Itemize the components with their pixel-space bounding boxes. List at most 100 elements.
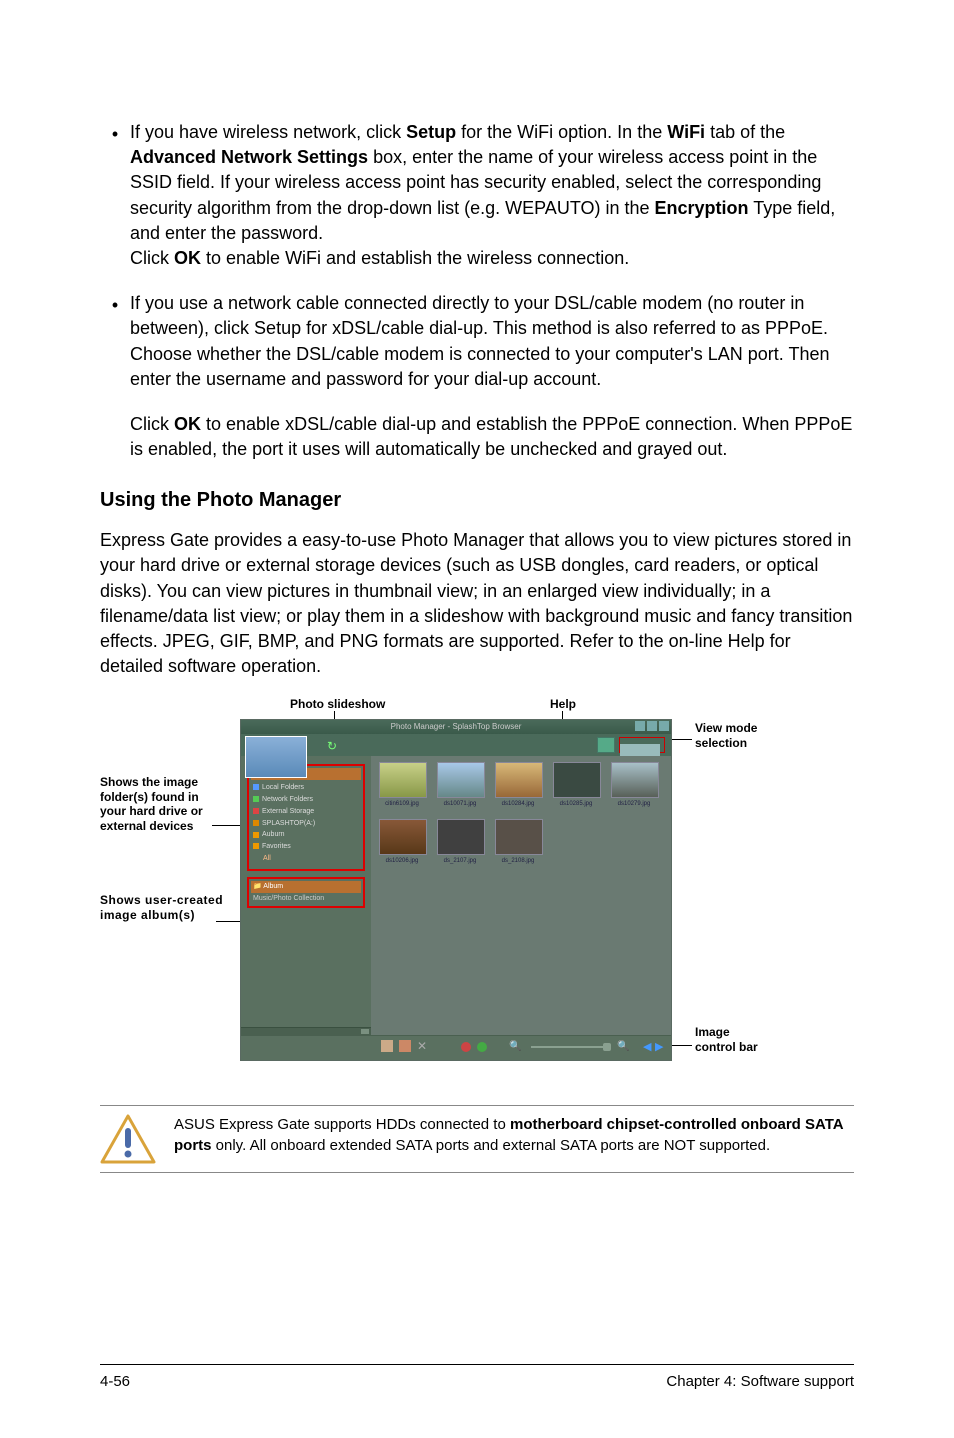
thumbnail[interactable]: ds10071.jpg [437, 762, 483, 808]
leader [672, 739, 692, 740]
t: tab of the [705, 122, 785, 142]
bullet-wifi-text: If you have wireless network, click Setu… [130, 120, 854, 271]
label-help: Help [550, 697, 576, 711]
caution-text: ASUS Express Gate supports HDDs connecte… [174, 1114, 854, 1156]
t: to enable WiFi and establish the wireles… [201, 248, 629, 268]
thumb-caption: citin6109.jpg [379, 800, 425, 808]
sidebar-item[interactable]: External Storage [251, 806, 361, 818]
ok-bold: OK [174, 414, 201, 434]
t: control bar [695, 1040, 758, 1054]
image-folders-group[interactable]: Image Folders Local Folders Network Fold… [247, 764, 365, 870]
t: If you have wireless network, click [130, 122, 406, 142]
thumbnail[interactable]: ds_2108.jpg [495, 819, 541, 865]
thumbnail[interactable]: ds10284.jpg [495, 762, 541, 808]
play-controls[interactable] [461, 1040, 487, 1054]
window-titlebar[interactable]: Photo Manager - SplashTop Browser [241, 720, 671, 734]
t: If you use a network cable connected dir… [130, 293, 829, 389]
rotate-right-icon[interactable] [399, 1040, 411, 1052]
t: selection [695, 736, 747, 750]
help-button[interactable] [597, 737, 615, 753]
label-viewmode: View mode selection [695, 721, 757, 750]
ok-bold: OK [174, 248, 201, 268]
sidebar-item[interactable]: Local Folders [251, 782, 361, 794]
thumb-caption: ds_2108.jpg [495, 857, 541, 865]
zoom-in-icon[interactable]: 🔍 [617, 1040, 629, 1054]
caution-icon [100, 1114, 156, 1164]
leader [672, 1045, 692, 1046]
thumbnail-pane[interactable]: citin6109.jpg ds10071.jpg ds10284.jpg ds… [371, 756, 671, 1036]
image-control-bar: ✕ 🔍 🔍 ◀ ▶ [241, 1035, 671, 1060]
t: Auburn [262, 831, 285, 838]
leader [216, 921, 242, 922]
thumb-row: citin6109.jpg ds10071.jpg ds10284.jpg ds… [379, 762, 667, 808]
caution-note: ASUS Express Gate supports HDDs connecte… [100, 1105, 854, 1173]
t: External Storage [262, 808, 314, 815]
view-mode-selection[interactable] [619, 737, 665, 753]
thumb-caption: ds10284.jpg [495, 800, 541, 808]
rotate-left-icon[interactable] [381, 1040, 393, 1052]
page-footer: 4-56 Chapter 4: Software support [100, 1364, 854, 1392]
thumbnail[interactable]: ds10206.jpg [379, 819, 425, 865]
chapter-title: Chapter 4: Software support [666, 1371, 854, 1392]
enc-bold: Encryption [655, 198, 749, 218]
label-albums: Shows user-created image album(s) [100, 893, 230, 922]
thumb-caption: ds10285.jpg [553, 800, 599, 808]
t: Click [130, 414, 174, 434]
rotate-controls[interactable]: ✕ [381, 1040, 429, 1054]
bullet-dsl: • If you use a network cable connected d… [100, 291, 854, 392]
window-controls[interactable] [635, 721, 669, 731]
leader [212, 825, 242, 826]
record-icon[interactable] [461, 1042, 471, 1052]
toolbar: ↻ [241, 734, 671, 756]
thumb-row: ds10206.jpg ds_2107.jpg ds_2108.jpg [379, 819, 667, 865]
wifi-bold: WiFi [667, 122, 705, 142]
refresh-icon[interactable]: ↻ [327, 740, 339, 752]
page-nav[interactable]: ◀ ▶ [643, 1040, 665, 1052]
thumbnail[interactable]: citin6109.jpg [379, 762, 425, 808]
photo-manager-figure: Photo slideshow Help View mode selection… [100, 697, 860, 1077]
t: ASUS Express Gate supports HDDs connecte… [174, 1116, 510, 1133]
play-icon[interactable] [477, 1042, 487, 1052]
t: View mode [695, 721, 757, 735]
thumb-caption: ds10206.jpg [379, 857, 425, 865]
t: Local Folders [262, 784, 304, 791]
page-number: 4-56 [100, 1371, 130, 1392]
collection-item[interactable]: Music/Photo Collection [251, 893, 361, 905]
adv-bold: Advanced Network Settings [130, 147, 368, 167]
sidebar-item[interactable]: Network Folders [251, 794, 361, 806]
bullet-dot: • [100, 120, 130, 271]
zoom-out-icon[interactable]: 🔍 [509, 1040, 521, 1054]
sidebar-item[interactable]: All [251, 853, 361, 865]
home-thumbnail[interactable] [245, 736, 307, 778]
t: Music/Photo Collection [253, 895, 324, 902]
label-slideshow: Photo slideshow [290, 697, 385, 711]
sidebar-item[interactable]: SPLASHTOP(A:) [251, 818, 361, 830]
album-item[interactable]: 📁 Album [251, 881, 361, 893]
t: Click [130, 248, 174, 268]
bullet-wifi: • If you have wireless network, click Se… [100, 120, 854, 271]
thumbnail[interactable]: ds10285.jpg [553, 762, 599, 808]
thumbnail[interactable]: ds_2107.jpg [437, 819, 483, 865]
setup-bold: Setup [406, 122, 456, 142]
window-body: Image Folders Local Folders Network Fold… [241, 756, 671, 1036]
sidebar-item[interactable]: Favorites [251, 841, 361, 853]
thumbnail[interactable]: ds10279.jpg [611, 762, 657, 808]
t: Image [695, 1025, 730, 1039]
t: for the WiFi option. In the [456, 122, 667, 142]
photo-manager-window: Photo Manager - SplashTop Browser ↻ Imag… [240, 719, 672, 1061]
zoom-slider[interactable] [531, 1046, 611, 1048]
t: Favorites [262, 843, 291, 850]
bullet-dot: • [100, 291, 130, 392]
label-folders: Shows the image folder(s) found in your … [100, 775, 220, 833]
bullet-dsl-text: If you use a network cable connected dir… [130, 291, 854, 392]
t: All [263, 855, 271, 862]
sidebar-item[interactable]: Auburn [251, 829, 361, 841]
t: Album [263, 883, 283, 890]
thumb-caption: ds_2107.jpg [437, 857, 483, 865]
t: Network Folders [262, 796, 313, 803]
section-heading: Using the Photo Manager [100, 486, 854, 514]
albums-group[interactable]: 📁 Album Music/Photo Collection [247, 877, 365, 909]
next-icon[interactable]: ▶ [655, 1040, 665, 1052]
prev-icon[interactable]: ◀ [643, 1040, 653, 1052]
delete-icon[interactable]: ✕ [417, 1040, 429, 1052]
